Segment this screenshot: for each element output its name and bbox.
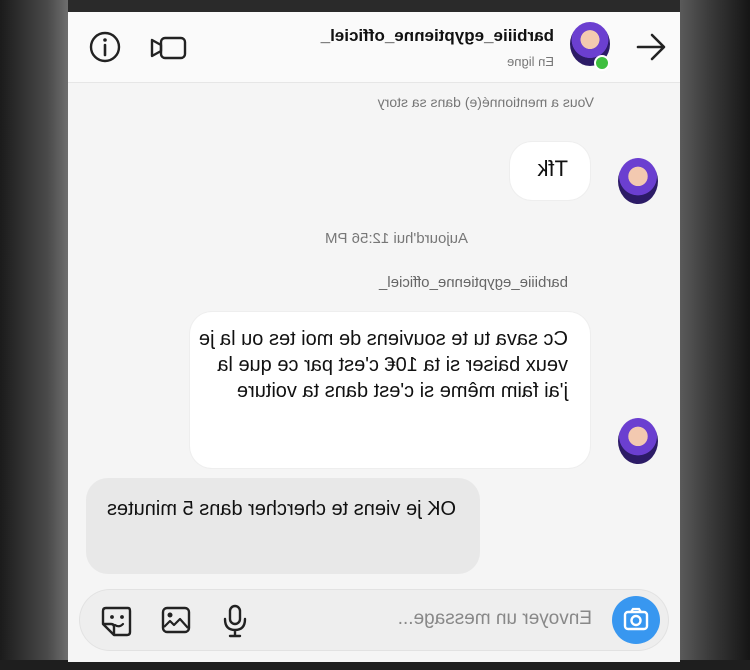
chat-status: En ligne (507, 54, 554, 69)
message-composer[interactable]: Envoyer un message... (80, 590, 668, 650)
message-bubble-sent[interactable]: OK je viens te chercher dans 5 minutes (86, 478, 480, 574)
info-icon[interactable] (88, 30, 122, 64)
mirrored-content: barbiiie_egyptienne_officiel_ En ligne V… (68, 12, 680, 662)
gallery-icon[interactable] (160, 604, 192, 636)
microphone-icon[interactable] (220, 604, 250, 638)
message-text: OK je viens te chercher dans 5 minutes (106, 498, 456, 520)
sticker-icon[interactable] (100, 604, 134, 638)
camera-icon (623, 607, 649, 631)
arrow-back-icon[interactable] (634, 30, 668, 64)
background-right (680, 0, 750, 670)
chat-header: barbiiie_egyptienne_officiel_ En ligne (68, 12, 680, 83)
message-input[interactable]: Envoyer un message... (398, 608, 592, 630)
online-indicator (594, 55, 610, 71)
camera-button[interactable] (612, 596, 660, 644)
avatar[interactable] (618, 418, 658, 464)
avatar[interactable] (618, 158, 658, 204)
message-bubble-received[interactable]: Tfk (510, 142, 590, 200)
background-left (0, 0, 68, 670)
story-mention-notice: Vous a mentionné(e) dans sa story (377, 94, 594, 110)
sender-name: barbiiie_egyptienne_officiel_ (378, 274, 568, 291)
message-timestamp: Aujourd'hui 12:56 PM (325, 230, 468, 247)
chat-username[interactable]: barbiiie_egyptienne_officiel_ (321, 26, 554, 46)
dm-screen: barbiiie_egyptienne_officiel_ En ligne V… (68, 12, 680, 662)
message-text: Cc sava tu te souviens de moi tes ou la … (198, 328, 568, 402)
message-bubble-received[interactable]: Cc sava tu te souviens de moi tes ou la … (190, 312, 590, 468)
video-call-icon[interactable] (148, 32, 188, 64)
message-text: Tfk (537, 156, 568, 181)
